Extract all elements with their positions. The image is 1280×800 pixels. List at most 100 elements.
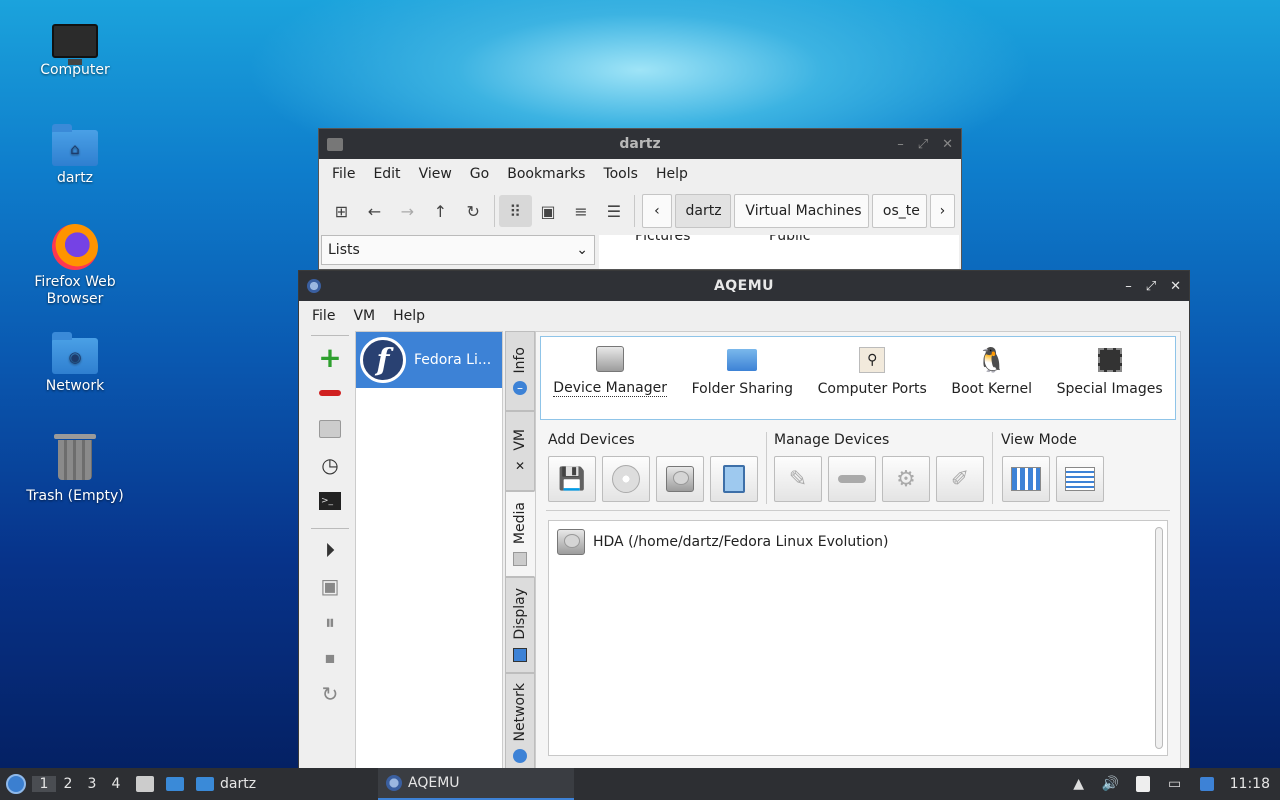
special-images-button[interactable]: Special Images [1057, 345, 1163, 397]
notification-icon[interactable] [1198, 775, 1216, 793]
workspace-1[interactable]: 1 [32, 776, 56, 792]
boot-kernel-button[interactable]: 🐧 Boot Kernel [951, 345, 1032, 397]
tab-media[interactable]: Media [505, 491, 535, 577]
window-title: dartz [619, 136, 661, 152]
menu-file[interactable]: File [303, 308, 344, 324]
thumbnail-view-icon[interactable]: ▣ [532, 195, 565, 227]
device-manager-button[interactable]: Device Manager [553, 344, 667, 397]
menu-help[interactable]: Help [647, 166, 697, 182]
icon-view-mode-button[interactable] [1002, 456, 1050, 502]
menu-tools[interactable]: Tools [594, 166, 647, 182]
task-aqemu[interactable]: AQEMU [378, 768, 574, 800]
menu-vm[interactable]: VM [344, 308, 384, 324]
path-scroll-left-icon[interactable]: ‹ [642, 194, 672, 228]
detailed-view-icon[interactable]: ☰ [597, 195, 630, 227]
menu-file[interactable]: File [323, 166, 364, 182]
tab-vm[interactable]: VM ✕ [505, 411, 535, 491]
file-manager-titlebar[interactable]: dartz – ⤢ ✕ [319, 129, 961, 159]
add-vm-icon[interactable]: + [313, 340, 347, 374]
play-icon[interactable]: ⏵ [313, 533, 347, 567]
aqemu-titlebar[interactable]: AQEMU – ⤢ ✕ [299, 271, 1189, 301]
compact-view-icon[interactable]: ≡ [565, 195, 598, 227]
tray-expand-icon[interactable]: ▲ [1070, 775, 1088, 793]
desktop-icon-home[interactable]: ⌂ dartz [20, 122, 130, 186]
new-tab-icon[interactable]: ⊞ [325, 195, 358, 227]
computer-ports-button[interactable]: ⚲ Computer Ports [818, 345, 927, 397]
usb-port-icon: ⚲ [857, 345, 887, 375]
tab-info[interactable]: Info – [505, 331, 535, 411]
minimize-icon[interactable]: – [1125, 279, 1132, 294]
add-cdrom-button[interactable] [602, 456, 650, 502]
reset-icon[interactable]: ↻ [313, 677, 347, 711]
desktop-icon-computer[interactable]: Computer [20, 18, 130, 78]
start-menu-button[interactable] [0, 768, 32, 800]
quicklaunch-file-manager[interactable] [162, 768, 188, 800]
breadcrumb-os-te[interactable]: os_te [871, 194, 927, 228]
stop-icon[interactable]: ⏹ [313, 641, 347, 675]
side-pane-combo[interactable]: Lists ⌄ [321, 235, 595, 265]
volume-icon[interactable]: 🔊 [1102, 775, 1120, 793]
workspace-3[interactable]: 3 [80, 776, 104, 792]
close-icon[interactable]: ✕ [942, 137, 953, 152]
delete-vm-icon[interactable] [313, 376, 347, 410]
clipboard-icon[interactable] [1134, 775, 1152, 793]
list-view-mode-button[interactable] [1056, 456, 1104, 502]
terminal-icon[interactable]: >_ [313, 484, 347, 518]
quicklaunch-show-desktop[interactable] [128, 768, 162, 800]
clean-device-button[interactable]: ✐ [936, 456, 984, 502]
file-item-public[interactable]: Public [769, 235, 810, 244]
network-status-icon[interactable]: ▭ [1166, 775, 1184, 793]
device-properties-button[interactable]: ⚙ [882, 456, 930, 502]
device-list-scrollbar[interactable] [1155, 527, 1163, 749]
menu-edit[interactable]: Edit [364, 166, 409, 182]
remove-bar-icon [838, 475, 866, 483]
maximize-icon[interactable]: ⤢ [918, 137, 928, 152]
clock-icon[interactable]: ◷ [313, 448, 347, 482]
task-label: AQEMU [408, 775, 460, 791]
vertical-tab-bar: Info – VM ✕ Media Display Network [505, 331, 535, 769]
add-floppy-button[interactable]: 💾 [548, 456, 596, 502]
file-list-pane[interactable]: Pictures Public [599, 235, 959, 269]
menu-bookmarks[interactable]: Bookmarks [498, 166, 594, 182]
up-icon[interactable]: ↑ [424, 195, 457, 227]
device-row[interactable]: HDA (/home/dartz/Fedora Linux Evolution) [549, 521, 1167, 563]
desktop-icon-firefox[interactable]: Firefox Web Browser [20, 224, 130, 308]
workspace-2[interactable]: 2 [56, 776, 80, 792]
vm-list-item[interactable]: f Fedora Li... [356, 332, 502, 388]
path-scroll-right-icon[interactable]: › [929, 194, 956, 228]
clock[interactable]: 11:18 [1230, 776, 1270, 792]
breadcrumb-dartz[interactable]: dartz [674, 194, 732, 228]
file-item-pictures[interactable]: Pictures [635, 235, 690, 244]
back-icon[interactable]: ← [358, 195, 391, 227]
reload-icon[interactable]: ↻ [457, 195, 490, 227]
media-category-bar: Device Manager Folder Sharing ⚲ Computer… [540, 336, 1176, 420]
edit-device-button[interactable]: ✎ [774, 456, 822, 502]
vm-storage-icon[interactable] [313, 412, 347, 446]
add-hdd-button[interactable] [656, 456, 704, 502]
desktop-icon-network[interactable]: ◉ Network [20, 330, 130, 394]
minimize-icon[interactable]: – [897, 137, 904, 152]
aqemu-window: AQEMU – ⤢ ✕ File VM Help + ◷ >_ ⏵ ▣ ⏸ ⏹ ↻ … [298, 270, 1190, 770]
computer-icon [52, 24, 98, 65]
maximize-icon[interactable]: ⤢ [1146, 279, 1156, 294]
folder-sharing-button[interactable]: Folder Sharing [692, 345, 793, 397]
view-mode-label: View Mode [1001, 432, 1077, 448]
workspace-4[interactable]: 4 [104, 776, 128, 792]
menu-view[interactable]: View [410, 166, 461, 182]
task-dartz[interactable]: dartz [188, 768, 378, 800]
icon-view-icon[interactable]: ⠿ [498, 195, 532, 227]
tab-network[interactable]: Network [505, 673, 535, 769]
pause-icon[interactable]: ⏸ [313, 605, 347, 639]
breadcrumb-virtual-machines[interactable]: Virtual Machines [734, 194, 869, 228]
save-icon[interactable]: ▣ [313, 569, 347, 603]
add-storage-button[interactable] [710, 456, 758, 502]
menu-go[interactable]: Go [461, 166, 498, 182]
forward-icon[interactable]: → [391, 195, 424, 227]
menu-help[interactable]: Help [384, 308, 434, 324]
tab-display[interactable]: Display [505, 577, 535, 673]
remove-device-button[interactable] [828, 456, 876, 502]
window-title: AQEMU [713, 278, 775, 294]
close-icon[interactable]: ✕ [1170, 279, 1181, 294]
vm-list: f Fedora Li... [355, 331, 503, 769]
desktop-icon-trash[interactable]: Trash (Empty) [20, 434, 130, 504]
